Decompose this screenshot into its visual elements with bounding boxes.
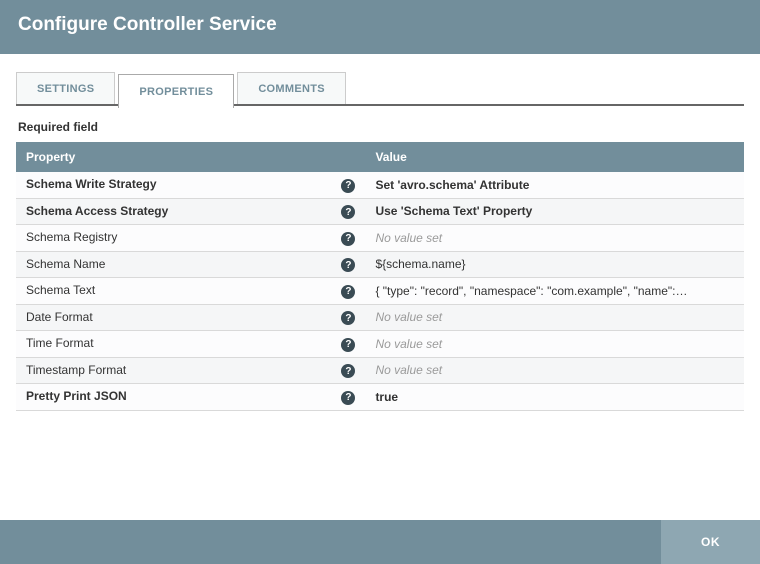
dialog-body: SETTINGS PROPERTIES COMMENTS Required fi… — [0, 54, 760, 520]
property-value-cell[interactable]: No value set — [365, 225, 700, 252]
property-actions-cell — [700, 304, 744, 331]
help-icon[interactable]: ? — [341, 205, 355, 219]
property-name: Schema Access Strategy — [26, 204, 168, 218]
property-name-cell: Pretty Print JSON? — [16, 384, 365, 411]
dialog-footer: OK — [0, 520, 760, 564]
property-name-cell: Date Format? — [16, 304, 365, 331]
table-row[interactable]: Pretty Print JSON?true — [16, 384, 744, 411]
property-value-cell[interactable]: No value set — [365, 357, 700, 384]
property-name: Pretty Print JSON — [26, 389, 127, 403]
help-icon[interactable]: ? — [341, 338, 355, 352]
table-row[interactable]: Schema Write Strategy?Set 'avro.schema' … — [16, 172, 744, 198]
property-name: Schema Registry — [26, 230, 117, 244]
table-row[interactable]: Schema Text?{ "type": "record", "namespa… — [16, 278, 744, 305]
property-actions-cell — [700, 198, 744, 225]
tab-comments[interactable]: COMMENTS — [237, 72, 346, 104]
property-value-cell[interactable]: Use 'Schema Text' Property — [365, 198, 700, 225]
tab-properties[interactable]: PROPERTIES — [118, 74, 234, 108]
property-value-cell[interactable]: Set 'avro.schema' Attribute — [365, 172, 700, 198]
property-actions-cell — [700, 251, 744, 278]
column-header-value: Value — [365, 142, 700, 172]
property-actions-cell — [700, 384, 744, 411]
table-row[interactable]: Schema Name?${schema.name} — [16, 251, 744, 278]
table-row[interactable]: Time Format?No value set — [16, 331, 744, 358]
property-name-cell: Schema Access Strategy? — [16, 198, 365, 225]
help-icon[interactable]: ? — [341, 364, 355, 378]
property-name-cell: Schema Text? — [16, 278, 365, 305]
help-icon[interactable]: ? — [341, 311, 355, 325]
property-actions-cell — [700, 331, 744, 358]
column-header-property: Property — [16, 142, 365, 172]
tab-settings[interactable]: SETTINGS — [16, 72, 115, 104]
property-name: Timestamp Format — [26, 363, 126, 377]
configure-controller-service-dialog: Configure Controller Service SETTINGS PR… — [0, 0, 760, 564]
property-value-cell[interactable]: ${schema.name} — [365, 251, 700, 278]
help-icon[interactable]: ? — [341, 285, 355, 299]
property-name-cell: Time Format? — [16, 331, 365, 358]
help-icon[interactable]: ? — [341, 258, 355, 272]
help-icon[interactable]: ? — [341, 391, 355, 405]
property-actions-cell — [700, 278, 744, 305]
property-value-cell[interactable]: No value set — [365, 331, 700, 358]
property-value-cell[interactable]: true — [365, 384, 700, 411]
property-name: Schema Text — [26, 283, 95, 297]
property-actions-cell — [700, 172, 744, 198]
property-name: Date Format — [26, 310, 93, 324]
property-value-cell[interactable]: { "type": "record", "namespace": "com.ex… — [365, 278, 700, 305]
property-name-cell: Schema Name? — [16, 251, 365, 278]
help-icon[interactable]: ? — [341, 179, 355, 193]
property-value-cell[interactable]: No value set — [365, 304, 700, 331]
property-name: Schema Write Strategy — [26, 177, 157, 191]
property-name-cell: Timestamp Format? — [16, 357, 365, 384]
table-row[interactable]: Timestamp Format?No value set — [16, 357, 744, 384]
required-field-label: Required field — [18, 120, 744, 134]
ok-button[interactable]: OK — [661, 520, 760, 564]
dialog-title: Configure Controller Service — [0, 0, 760, 54]
table-row[interactable]: Date Format?No value set — [16, 304, 744, 331]
property-actions-cell — [700, 225, 744, 252]
table-row[interactable]: Schema Registry?No value set — [16, 225, 744, 252]
property-name-cell: Schema Write Strategy? — [16, 172, 365, 198]
property-actions-cell — [700, 357, 744, 384]
property-name: Time Format — [26, 336, 94, 350]
property-name: Schema Name — [26, 257, 105, 271]
properties-table: Property Value Schema Write Strategy?Set… — [16, 142, 744, 411]
help-icon[interactable]: ? — [341, 232, 355, 246]
column-header-actions — [700, 142, 744, 172]
tab-bar: SETTINGS PROPERTIES COMMENTS — [16, 72, 744, 106]
table-row[interactable]: Schema Access Strategy?Use 'Schema Text'… — [16, 198, 744, 225]
property-name-cell: Schema Registry? — [16, 225, 365, 252]
